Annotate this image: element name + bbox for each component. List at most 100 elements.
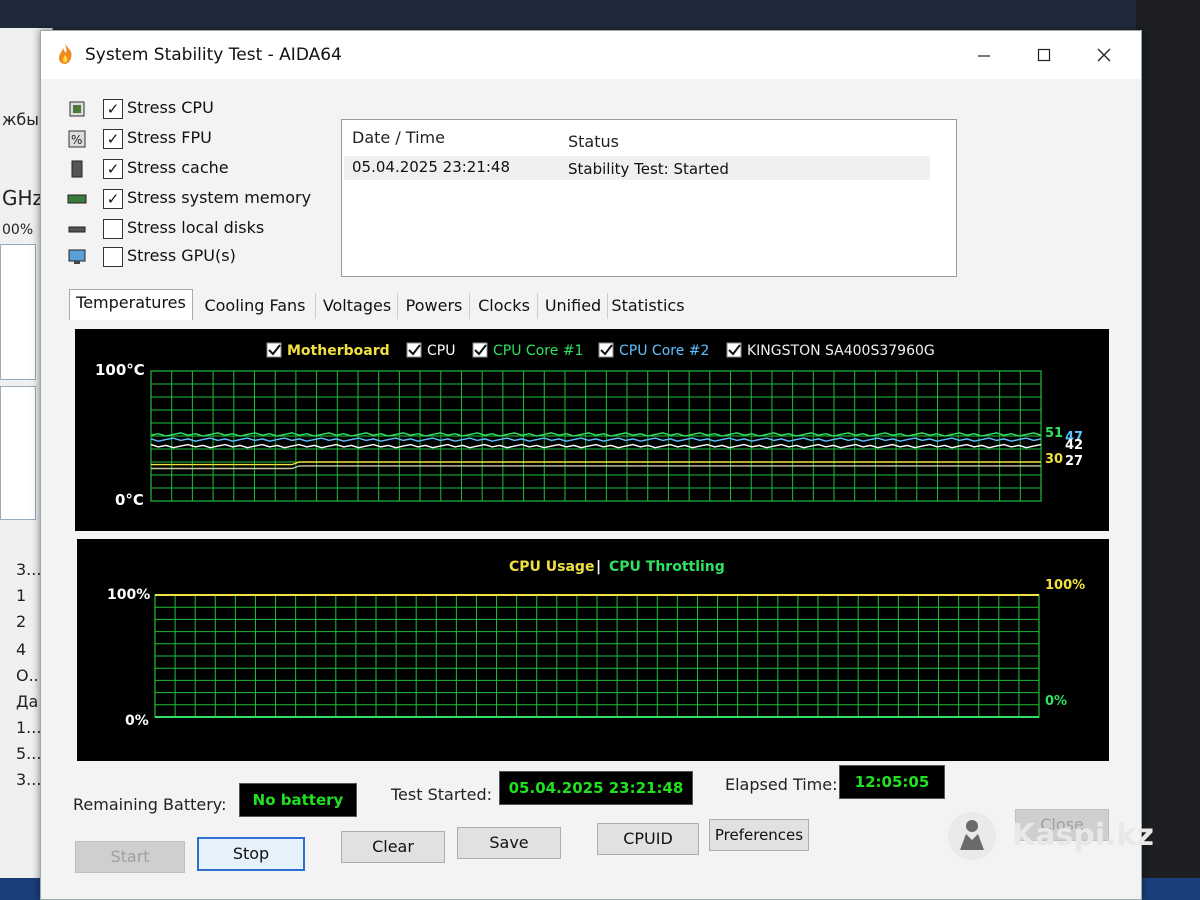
watermark-text: Kaspi.kz [1012, 818, 1154, 853]
temperature-line-3 [150, 443, 1042, 449]
elapsed-time-value: 12:05:05 [839, 765, 945, 799]
bg-text-fragment: Да [16, 692, 39, 711]
battery-label: Remaining Battery: [73, 795, 227, 814]
svg-text:%: % [71, 133, 82, 147]
close-window-button[interactable] [1077, 39, 1131, 71]
tab-temperatures[interactable]: Temperatures [69, 289, 193, 320]
log-header-date[interactable]: Date / Time [352, 128, 445, 147]
usage-left-bottom-label: 0% [125, 713, 149, 729]
title-bar[interactable]: System Stability Test - AIDA64 [41, 31, 1141, 79]
usage-title: CPU Usage [509, 559, 594, 575]
maximize-button[interactable] [1017, 39, 1071, 71]
bg-text-fragment: 5... [16, 744, 42, 763]
desktop-top-strip [0, 0, 1200, 28]
clear-button[interactable]: Clear [341, 831, 445, 863]
core1-value-label: 51 [1045, 426, 1063, 441]
usage-grid [154, 594, 1040, 718]
preferences-button[interactable]: Preferences [709, 819, 809, 851]
aida64-flame-icon [59, 44, 72, 64]
fpu-percent-icon: % [68, 130, 86, 148]
legend-label-0: Motherboard [287, 343, 390, 359]
stress-option-label: Stress system memory [127, 188, 312, 207]
stop-button[interactable]: Stop [197, 837, 305, 871]
cpu-usage-chart-panel: CPU Usage | CPU Throttling 100% 0% 100% … [77, 539, 1109, 761]
memory-module-icon [67, 194, 87, 204]
stress-option-1[interactable]: % ✓ Stress FPU [67, 127, 327, 153]
disk-drive-icon [68, 226, 86, 233]
y-axis-top-label: 100°C [95, 361, 145, 379]
checkbox-checked[interactable]: ✓ [103, 189, 123, 209]
tab-powers[interactable]: Powers [399, 293, 470, 319]
cpuid-button[interactable]: CPUID [597, 823, 699, 855]
cpu-usage-chart: CPU Usage | CPU Throttling 100% 0% 100% … [107, 559, 1085, 729]
test-started-label: Test Started: [391, 785, 493, 804]
close-icon [1097, 48, 1111, 62]
legend-label-3: CPU Core #2 [619, 343, 709, 359]
y-axis-bottom-label: 0°C [115, 491, 144, 509]
legend-label-4: KINGSTON SA400S37960G [747, 343, 935, 359]
checkbox-checked[interactable]: ✓ [103, 159, 123, 179]
stress-option-label: Stress cache [127, 158, 229, 177]
kaspi-watermark: Kaspi.kz [946, 808, 1196, 864]
maximize-icon [1037, 48, 1051, 62]
bg-text-fragment: 2 [16, 612, 27, 631]
cache-chip-icon [71, 160, 83, 178]
stress-option-4[interactable]: Stress local disks [67, 217, 327, 243]
cpu-chip-icon [69, 101, 85, 117]
tab-cooling-fans[interactable]: Cooling Fans [195, 293, 316, 319]
temperature-legend[interactable]: Motherboard CPU CPU Core #1 CPU Core #2 KING… [266, 342, 935, 359]
stress-option-label: Stress local disks [127, 218, 265, 237]
throttling-title: CPU Throttling [609, 559, 725, 575]
minimize-button[interactable] [957, 39, 1011, 71]
start-button[interactable]: Start [75, 841, 185, 873]
save-button[interactable]: Save [457, 827, 561, 859]
stress-option-0[interactable]: ✓ Stress CPU [67, 97, 327, 123]
temperature-line-4 [151, 465, 1041, 470]
checkbox-unchecked[interactable] [103, 247, 123, 267]
bg-text-fragment: 1... [16, 718, 42, 737]
log-header-status[interactable]: Status [568, 132, 619, 151]
bg-text-fragment: 1 [16, 586, 27, 605]
elapsed-time-label: Elapsed Time: [725, 775, 838, 794]
bg-text-fragment: 3... [16, 770, 42, 789]
log-row-status: Stability Test: Started [568, 160, 729, 178]
stress-option-5[interactable]: Stress GPU(s) [67, 245, 327, 271]
tab-voltages[interactable]: Voltages [317, 293, 398, 319]
tab-bar: Temperatures Cooling Fans Voltages Power… [69, 289, 709, 320]
usage-left-top-label: 100% [107, 587, 150, 603]
bg-text-fragment: 3... [16, 560, 42, 579]
usage-right-bottom-label: 0% [1045, 694, 1067, 709]
battery-value: No battery [239, 783, 357, 817]
disk-value-label: 27 [1065, 454, 1083, 469]
stress-option-3[interactable]: ✓ Stress system memory [67, 187, 327, 213]
tab-unified[interactable]: Unified [539, 293, 608, 319]
tab-statistics[interactable]: Statistics [609, 293, 687, 319]
usage-right-top-label: 100% [1045, 578, 1085, 593]
log-row-date: 05.04.2025 23:21:48 [352, 158, 511, 176]
bg-text-fragment: 4 [16, 640, 27, 659]
minimize-icon [978, 55, 990, 57]
log-row[interactable]: 05.04.2025 23:21:48 Stability Test: Star… [344, 156, 930, 180]
bg-panel [0, 386, 36, 520]
core2-value-label: 42 [1065, 438, 1083, 453]
monitor-bezel [1136, 0, 1200, 900]
temperature-line-1 [150, 437, 1042, 442]
kaspi-logo-icon [948, 812, 996, 860]
stress-option-2[interactable]: ✓ Stress cache [67, 157, 327, 183]
bg-text-fragment: 00% [2, 222, 34, 238]
legend-label-2: CPU Core #1 [493, 343, 583, 359]
checkbox-checked[interactable]: ✓ [103, 99, 123, 119]
stress-option-label: Stress CPU [127, 98, 214, 117]
checkbox-checked[interactable]: ✓ [103, 129, 123, 149]
event-log[interactable]: Date / Time Status 05.04.2025 23:21:48 S… [341, 119, 957, 277]
checkbox-unchecked[interactable] [103, 219, 123, 239]
stress-option-label: Stress FPU [127, 128, 212, 147]
tab-clocks[interactable]: Clocks [471, 293, 538, 319]
temperature-series [150, 432, 1042, 470]
bg-panel [0, 244, 36, 380]
usage-title-separator: | [596, 559, 601, 575]
stability-test-window: System Stability Test - AIDA64 ✓ Stress C… [40, 30, 1142, 900]
legend-label-1: CPU [427, 343, 455, 359]
test-started-value: 05.04.2025 23:21:48 [499, 771, 693, 805]
temperature-chart-panel: Motherboard CPU CPU Core #1 CPU Core #2 KING… [75, 329, 1109, 531]
